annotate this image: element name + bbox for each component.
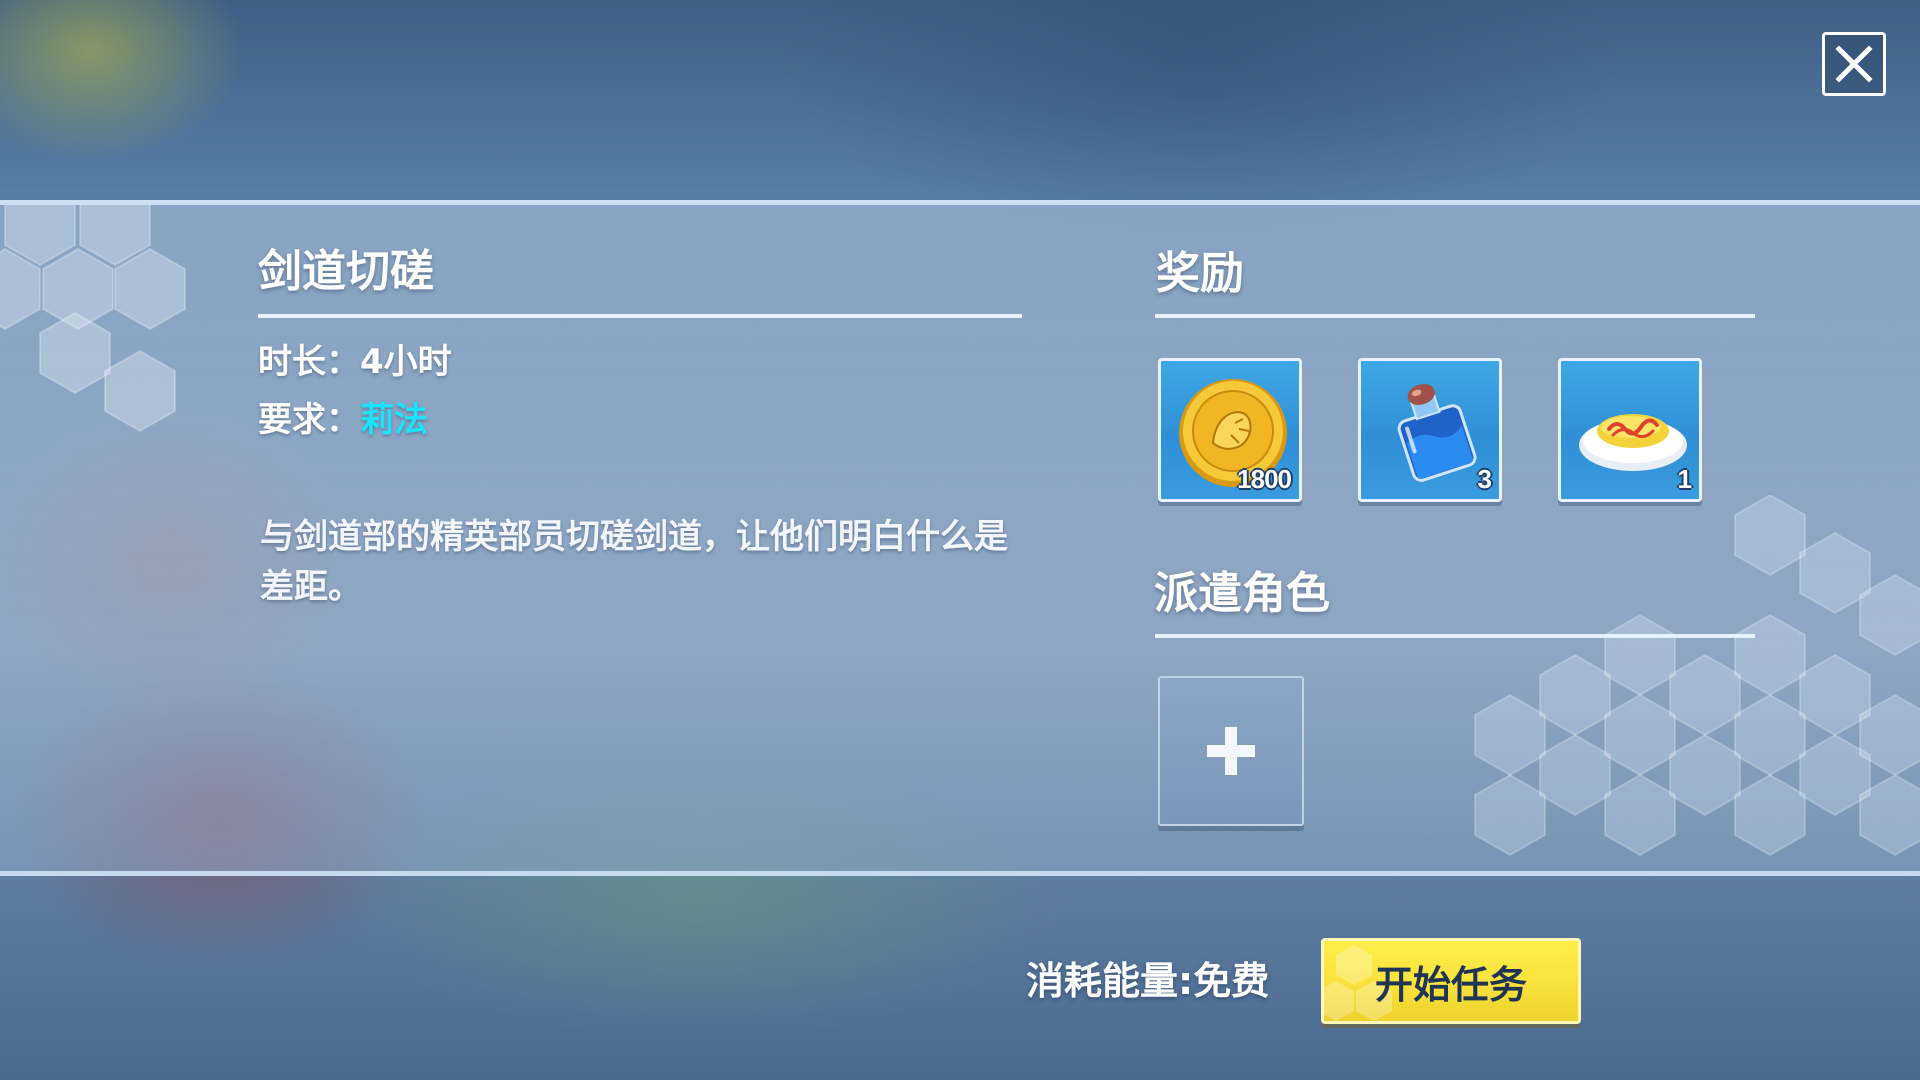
- start-mission-button[interactable]: 开始任务: [1321, 938, 1581, 1024]
- close-icon: [1835, 45, 1873, 83]
- reward-quantity: 3: [1477, 464, 1493, 494]
- plus-icon: [1207, 727, 1255, 775]
- reward-item-gold[interactable]: 1800: [1158, 358, 1302, 502]
- rewards-divider: [1155, 314, 1755, 318]
- omelet-rice-icon: [1579, 414, 1687, 471]
- reward-item-potion[interactable]: 3: [1358, 358, 1502, 502]
- requirement-line: 要求：莉法: [258, 398, 428, 442]
- hexagon-pattern-left: [0, 205, 186, 433]
- close-button[interactable]: [1822, 32, 1886, 96]
- rewards-title: 奖励: [1156, 248, 1244, 299]
- reward-item-omelet[interactable]: 1: [1558, 358, 1702, 502]
- mission-title-divider: [258, 314, 1022, 318]
- duration-line: 时长：4小时: [258, 340, 452, 384]
- requirement-label: 要求：: [258, 400, 360, 440]
- duration-label: 时长：: [258, 342, 360, 382]
- reward-quantity: 1800: [1237, 464, 1292, 494]
- hexagon-pattern-right: [1474, 495, 1920, 857]
- requirement-value: 莉法: [360, 400, 428, 440]
- duration-value: 4小时: [360, 342, 452, 382]
- dispatch-divider: [1155, 634, 1755, 638]
- mission-description: 与剑道部的精英部员切磋剑道，让他们明白什么是差距。: [260, 517, 1008, 607]
- reward-quantity: 1: [1677, 464, 1693, 494]
- start-mission-label: 开始任务: [1374, 962, 1527, 1007]
- add-character-slot[interactable]: [1158, 676, 1304, 826]
- dispatch-title: 派遣角色: [1154, 568, 1330, 619]
- mission-title: 剑道切磋: [258, 246, 434, 297]
- potion-bottle-icon: [1397, 384, 1477, 482]
- energy-cost-label: 消耗能量:免费: [1026, 959, 1270, 1003]
